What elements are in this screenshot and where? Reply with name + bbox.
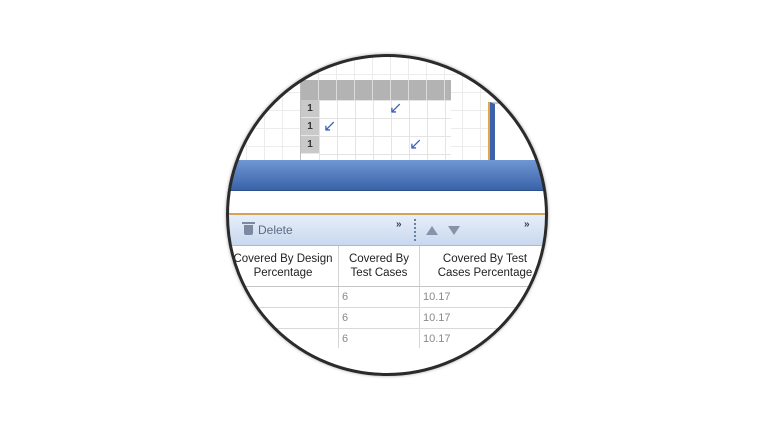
up-arrow-icon[interactable] bbox=[426, 226, 438, 235]
toolbar-separator bbox=[414, 219, 416, 241]
table-cell: 10.17 bbox=[420, 287, 546, 307]
table-row[interactable]: 6 10.17 bbox=[228, 329, 546, 350]
table-row[interactable]: 6 10.17 bbox=[228, 308, 546, 329]
chevron-right-icon[interactable]: » bbox=[396, 219, 401, 230]
table-cell: 10.17 bbox=[420, 329, 546, 349]
table-row[interactable]: 56 6 10.17 bbox=[228, 287, 546, 308]
delete-button[interactable]: Delete bbox=[258, 223, 293, 237]
magnified-view: 1 1 1 ↙ ↙ ↙ Delete » » Covered By Design… bbox=[228, 56, 546, 374]
arrow-down-left-icon[interactable]: ↙ bbox=[389, 101, 402, 117]
matrix-cells bbox=[319, 100, 451, 160]
toolbar: Delete » » bbox=[228, 215, 546, 246]
arrow-down-left-icon[interactable]: ↙ bbox=[323, 119, 336, 135]
side-panel bbox=[490, 102, 546, 162]
down-arrow-icon[interactable] bbox=[448, 226, 460, 235]
column-header-design-percentage[interactable]: Covered By Design Percentage bbox=[228, 246, 339, 286]
matrix-row-header-1: 1 bbox=[301, 100, 319, 118]
arrow-down-left-icon[interactable]: ↙ bbox=[409, 137, 422, 153]
table-cell: 6 bbox=[339, 308, 420, 328]
chevron-right-icon[interactable]: » bbox=[524, 219, 529, 230]
table-cell: 6 bbox=[339, 329, 420, 349]
table-empty-area bbox=[228, 348, 546, 374]
panel-gap bbox=[228, 191, 546, 213]
matrix-row-header-3: 1 bbox=[301, 136, 319, 154]
matrix-row-header-2: 1 bbox=[301, 118, 319, 136]
table-cell: 56 bbox=[228, 287, 339, 307]
design-canvas: 1 1 1 ↙ ↙ ↙ bbox=[228, 56, 546, 162]
table-cell: 10.17 bbox=[420, 308, 546, 328]
table-cell bbox=[228, 329, 339, 349]
window-title-bar bbox=[228, 160, 546, 191]
column-header-test-cases-percentage[interactable]: Covered By Test Cases Percentage bbox=[420, 246, 546, 286]
table-cell bbox=[228, 308, 339, 328]
table-header: Covered By Design Percentage Covered By … bbox=[228, 246, 546, 287]
column-header-test-cases[interactable]: Covered By Test Cases bbox=[339, 246, 420, 286]
traceability-matrix: 1 1 1 ↙ ↙ ↙ bbox=[300, 80, 451, 160]
matrix-header-row bbox=[301, 80, 451, 100]
table-cell: 6 bbox=[339, 287, 420, 307]
trash-icon[interactable] bbox=[242, 222, 255, 235]
